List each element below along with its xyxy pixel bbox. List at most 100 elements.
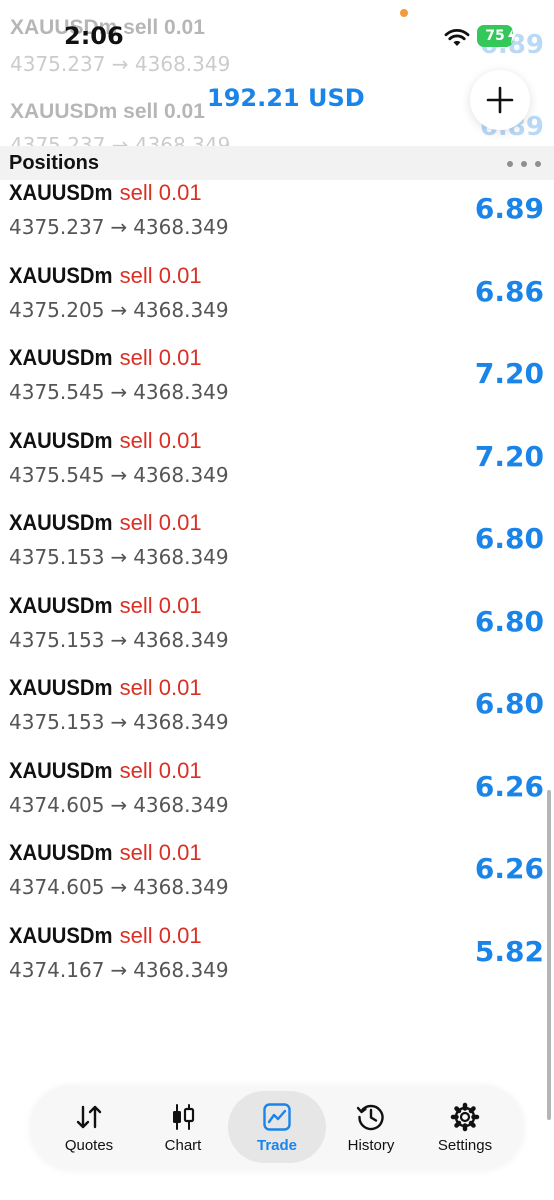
status-bar: 2:06 75 [0,0,554,60]
current-price: 4368.349 [133,710,229,734]
arrow-right-icon: → [110,875,128,899]
new-order-button[interactable] [470,70,530,130]
open-price: 4375.237 [9,215,105,239]
current-price: 4368.349 [133,380,229,404]
position-symbol: XAUUSDm [9,757,113,783]
position-symbol: XAUUSDm [9,592,113,618]
open-price: 4375.153 [9,710,105,734]
position-side: sell [119,345,153,370]
current-price: 4368.349 [133,792,229,817]
current-price: 4368.349 [133,297,229,322]
position-side: sell [119,922,153,948]
position-row[interactable]: XAUUSDm sell 0.01 4374.167 → 4368.349 5.82 [0,923,554,1006]
open-price: 4374.605 [9,792,105,817]
position-volume: 0.01 [158,427,202,453]
position-volume: 0.01 [158,757,202,783]
position-volume: 0.01 [158,840,202,865]
position-volume: 0.01 [158,675,202,700]
tab-label: Trade [256,1137,298,1154]
position-side: sell [119,757,153,783]
tab-label: Chart [164,1137,202,1154]
position-symbol: XAUUSDm [9,345,113,370]
arrow-right-icon: → [110,215,128,239]
current-price: 4368.349 [133,875,229,899]
position-volume: 0.01 [158,345,202,370]
open-price: 4375.153 [9,545,105,569]
position-side: sell [119,427,153,453]
section-title: Positions [9,152,100,174]
positions-section-header: Positions [0,146,554,180]
open-price: 4375.545 [9,462,105,487]
position-side: sell [119,180,153,205]
tab-settings[interactable]: Settings [416,1091,514,1163]
position-side: sell [119,675,153,700]
position-side: sell [119,262,153,288]
current-price: 4368.349 [133,627,229,652]
tab-label: Quotes [64,1137,114,1154]
arrow-right-icon: → [110,297,128,322]
position-row[interactable]: XAUUSDm sell 0.01 4374.605 → 4368.349 6.26 [0,758,554,841]
position-profit: 7.20 [474,439,544,473]
arrow-right-icon: → [110,545,128,569]
position-symbol: XAUUSDm [9,180,113,205]
battery-level: 75 [485,28,505,44]
position-row[interactable]: XAUUSDm sell 0.01 4374.605 → 4368.349 6.26 [0,840,554,923]
position-row[interactable]: XAUUSDm sell 0.01 4375.153 → 4368.349 6.80 [0,675,554,758]
account-balance: 192.21 USD [207,84,365,112]
position-profit: 6.80 [474,687,544,720]
position-profit: 6.80 [474,522,544,555]
tab-trade[interactable]: Trade [228,1091,326,1163]
open-price: 4375.545 [9,380,105,404]
arrow-right-icon: → [110,957,128,982]
position-row[interactable]: XAUUSDm sell 0.01 4375.205 → 4368.349 6.86 [0,263,554,346]
position-profit: 6.26 [474,852,544,885]
position-symbol: XAUUSDm [9,840,113,865]
history-icon [356,1104,384,1131]
position-profit: 5.82 [474,934,544,968]
position-side: sell [119,510,153,535]
scrollbar[interactable] [547,790,551,1120]
quotes-icon [76,1105,102,1129]
status-time: 2:06 [64,22,124,50]
position-profit: 6.26 [474,769,544,803]
position-row[interactable]: XAUUSDm sell 0.01 4375.545 → 4368.349 7.20 [0,428,554,511]
position-symbol: XAUUSDm [9,510,113,535]
current-price: 4368.349 [133,545,229,569]
position-row[interactable]: XAUUSDm sell 0.01 4375.237 → 4368.349 6.89 [0,180,554,263]
battery-indicator: 75 [477,25,516,47]
wifi-icon [444,28,470,46]
current-price: 4368.349 [133,462,229,487]
position-volume: 0.01 [158,922,202,948]
arrow-right-icon: → [110,380,128,404]
open-price: 4375.153 [9,627,105,652]
position-profit: 6.80 [474,604,544,638]
position-profit: 6.89 [474,192,544,225]
tab-label: History [347,1137,395,1154]
position-row[interactable]: XAUUSDm sell 0.01 4375.545 → 4368.349 7.20 [0,345,554,428]
open-price: 4375.205 [9,297,105,322]
position-row[interactable]: XAUUSDm sell 0.01 4375.153 → 4368.349 6.80 [0,510,554,593]
position-symbol: XAUUSDm [9,262,113,288]
more-horizontal-icon[interactable] [506,160,542,168]
privacy-indicator [400,9,408,17]
position-volume: 0.01 [158,592,202,618]
plus-icon [486,86,514,114]
tab-history[interactable]: History [322,1091,420,1163]
trade-icon [263,1103,291,1131]
chart-icon [173,1104,195,1130]
positions-list: XAUUSDm sell 0.01 4375.237 → 4368.349 6.89… [0,180,554,1005]
position-row[interactable]: XAUUSDm sell 0.01 4375.153 → 4368.349 6.80 [0,593,554,676]
position-symbol: XAUUSDm [9,427,113,453]
charging-bolt-icon [508,28,516,44]
arrow-right-icon: → [110,627,128,652]
tab-chart[interactable]: Chart [134,1091,232,1163]
position-profit: 6.86 [474,274,544,308]
tab-quotes[interactable]: Quotes [40,1091,138,1163]
position-volume: 0.01 [158,262,202,288]
position-volume: 0.01 [158,510,202,535]
tab-label: Settings [437,1137,493,1154]
position-symbol: XAUUSDm [9,922,113,948]
position-profit: 7.20 [474,357,544,390]
position-volume: 0.01 [158,180,202,205]
current-price: 4368.349 [133,957,229,982]
